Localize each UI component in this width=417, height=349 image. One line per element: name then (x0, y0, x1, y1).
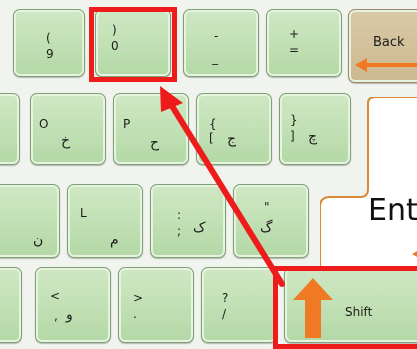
keyboard-zoom-view: ( 9 ) 0 - _ + = Back O خ P ح { [ ج } ] چ… (0, 0, 417, 349)
red-arrow-icon (160, 86, 285, 287)
